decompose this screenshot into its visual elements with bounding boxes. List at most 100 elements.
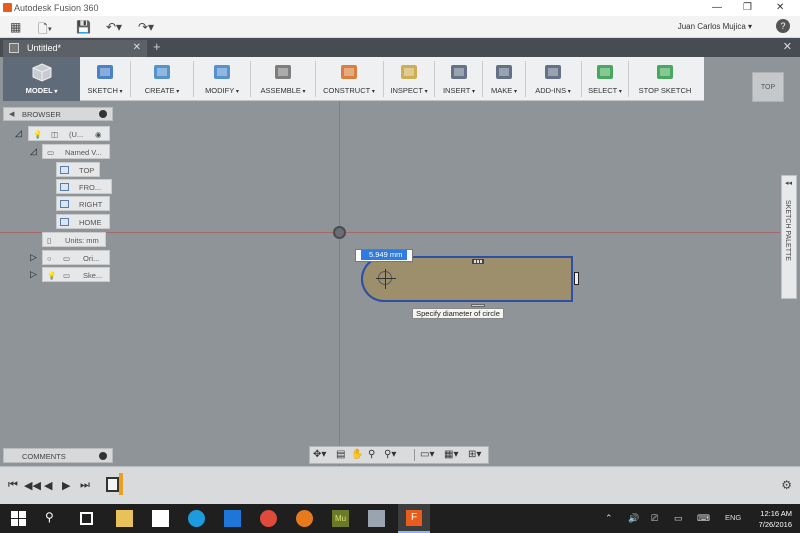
origin-node[interactable]: ○ ▭ Ori...	[42, 250, 110, 265]
view-node-home[interactable]: HOME	[56, 214, 110, 229]
expand-palette-icon[interactable]: ◂◂	[785, 179, 792, 187]
tangent-constraint-icon[interactable]	[471, 304, 485, 307]
view-cube[interactable]: TOP	[752, 72, 784, 102]
folder-icon: ▭	[63, 254, 71, 263]
undo-icon[interactable]: ↶▾	[106, 20, 122, 34]
visibility-bulb-icon[interactable]: 💡	[47, 271, 56, 280]
toolbar-assemble-button[interactable]: ASSEMBLE	[253, 57, 313, 101]
minimize-button[interactable]: —	[712, 2, 722, 13]
origin-label: Ori...	[83, 254, 100, 263]
timeline-start-button[interactable]: ⏮	[8, 479, 18, 492]
data-panel-icon[interactable]: ▦	[10, 20, 21, 34]
timeline-step-back-button[interactable]: ◀◀	[24, 479, 41, 492]
volume-icon[interactable]: 🔊	[628, 513, 639, 524]
user-account-menu[interactable]: Juan Carlos Mujica ▾	[678, 22, 752, 31]
close-tab-icon[interactable]: ✕	[133, 42, 141, 53]
modify-icon	[211, 62, 233, 82]
clock-time: 12:16 AM	[760, 509, 792, 518]
expand-sketches-icon[interactable]: ▷	[30, 269, 37, 280]
toolbar-label: CREATE	[133, 86, 191, 95]
timeline-play-button[interactable]: ▶	[62, 479, 70, 492]
toolbar-construct-button[interactable]: CONSTRUCT	[317, 57, 381, 101]
timeline-sketch-icon[interactable]	[106, 477, 119, 492]
timeline-marker[interactable]	[119, 473, 123, 495]
toolbar-modify-button[interactable]: MODIFY	[196, 57, 248, 101]
toolbar-label: SELECT	[584, 86, 626, 95]
toolbar-create-button[interactable]: CREATE	[133, 57, 191, 101]
chrome-icon[interactable]	[260, 510, 277, 527]
toolbar-separator	[525, 61, 526, 97]
expand-origin-icon[interactable]: ▷	[30, 252, 37, 263]
zoom-window-icon[interactable]: ⚲▾	[384, 449, 396, 460]
sketch-palette-tab[interactable]: ◂◂ SKETCH PALETTE	[781, 175, 797, 299]
timeline-back-button[interactable]: ◀	[44, 479, 52, 492]
redo-icon[interactable]: ↷▾	[138, 20, 154, 34]
viewports-icon[interactable]: ⊞▾	[468, 449, 481, 460]
help-icon[interactable]: ?	[776, 19, 790, 33]
search-icon[interactable]: ⚲	[45, 510, 62, 527]
save-icon[interactable]: 💾	[76, 20, 91, 34]
workspace-switcher-button[interactable]: MODEL	[3, 57, 80, 101]
fusion-taskbar-button[interactable]: F	[398, 504, 430, 533]
activate-radio-icon[interactable]: ◉	[95, 130, 102, 139]
network-icon[interactable]: ⎚	[651, 513, 658, 524]
language-indicator[interactable]: ENG	[725, 513, 741, 522]
close-window-button[interactable]: ✕	[776, 2, 784, 13]
comments-add-icon[interactable]	[99, 452, 107, 460]
look-at-icon[interactable]: ▤	[336, 449, 345, 460]
toolbar-sketch-button[interactable]: SKETCH	[82, 57, 128, 101]
expand-named-views-icon[interactable]: ◿	[30, 146, 37, 157]
toolbar-insert-button[interactable]: INSERT	[438, 57, 480, 101]
windows-taskbar: ⚲ Mu F ⌃ 🔊 ⎚ ▭ ⌨ ENG 12:16 AM 7/26/2016	[0, 504, 800, 533]
restore-button[interactable]: ❐	[743, 2, 752, 13]
system-clock[interactable]: 12:16 AM 7/26/2016	[759, 508, 792, 530]
comments-panel-header[interactable]: COMMENTS	[3, 448, 113, 463]
zoom-fit-icon[interactable]: ⚲	[368, 449, 375, 460]
action-center-icon[interactable]: ▭	[674, 513, 683, 524]
origin-point[interactable]	[333, 226, 346, 239]
named-views-node[interactable]: ▭ Named V...	[42, 144, 110, 159]
collapse-triangle-icon[interactable]: ◀	[9, 110, 14, 118]
toolbar-add-ins-button[interactable]: ADD-INS	[527, 57, 579, 101]
grid-settings-icon[interactable]: ▦▾	[444, 449, 458, 460]
task-view-icon[interactable]	[80, 512, 93, 525]
timeline-end-button[interactable]: ⏭	[80, 479, 90, 492]
visibility-bulb-icon[interactable]: ○	[47, 254, 52, 263]
store-icon[interactable]	[152, 510, 169, 527]
view-node-top[interactable]: TOP	[56, 162, 100, 177]
pin-icon[interactable]	[99, 110, 107, 118]
toolbar-stop-sketch-button[interactable]: STOP SKETCH	[632, 57, 698, 101]
toolbar-inspect-button[interactable]: INSPECT	[386, 57, 432, 101]
firefox-icon[interactable]	[296, 510, 313, 527]
orbit-icon[interactable]: ✥▾	[313, 449, 326, 460]
circle-center-marker[interactable]	[376, 269, 396, 289]
paint-icon[interactable]	[368, 510, 385, 527]
view-node-front[interactable]: FRO...	[56, 179, 112, 194]
edge-icon[interactable]	[224, 510, 241, 527]
toolbar-select-button[interactable]: SELECT	[584, 57, 626, 101]
pan-icon[interactable]: ✋	[351, 449, 363, 460]
expand-root-icon[interactable]: ◿	[15, 128, 22, 139]
diameter-input[interactable]	[361, 250, 407, 260]
title-bar: Autodesk Fusion 360 — ❐ ✕	[0, 0, 800, 16]
browser-root-node[interactable]: 💡 ◫ (U... ◉	[28, 126, 110, 141]
new-tab-button[interactable]: +	[153, 39, 161, 54]
display-settings-icon[interactable]: ▭▾	[420, 449, 434, 460]
timeline-settings-icon[interactable]: ⚙	[781, 478, 792, 492]
document-tab[interactable]: Untitled* ✕	[3, 40, 147, 57]
document-tab-title: Untitled*	[27, 43, 62, 53]
view-node-right[interactable]: RIGHT	[56, 196, 110, 211]
skype-icon[interactable]	[188, 510, 205, 527]
horizontal-constraint-icon[interactable]	[472, 259, 484, 264]
show-hidden-icons-icon[interactable]: ⌃	[605, 513, 613, 524]
close-panel-icon[interactable]: ✕	[783, 40, 792, 53]
units-node[interactable]: ▯ Units: mm	[42, 232, 106, 247]
muse-icon[interactable]: Mu	[332, 510, 349, 527]
windows-start-icon[interactable]	[10, 510, 27, 527]
sketches-node[interactable]: 💡 ▭ Ske...	[42, 267, 110, 282]
toolbar-make-button[interactable]: MAKE	[485, 57, 523, 101]
visibility-bulb-icon[interactable]: 💡	[33, 130, 42, 139]
keyboard-icon[interactable]: ⌨	[697, 513, 710, 524]
file-explorer-icon[interactable]	[116, 510, 133, 527]
browser-panel-header[interactable]: ◀ BROWSER	[3, 107, 113, 121]
